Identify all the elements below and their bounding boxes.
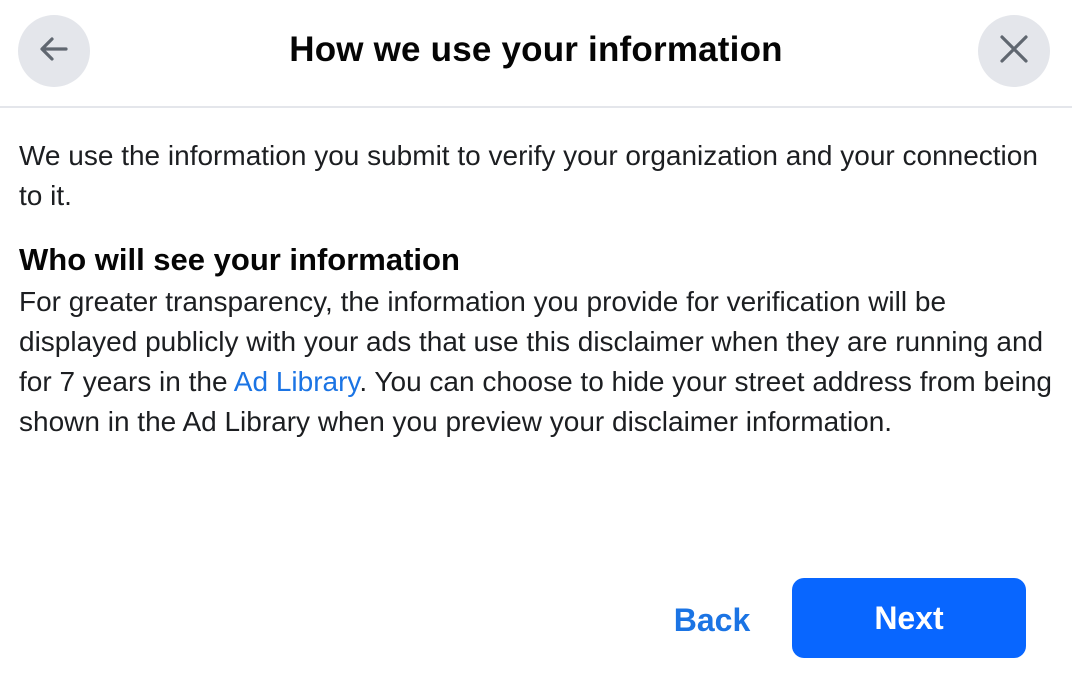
close-icon: [996, 31, 1032, 72]
close-button[interactable]: [978, 15, 1050, 87]
dialog-title: How we use your information: [289, 30, 783, 69]
next-button[interactable]: Next: [792, 578, 1026, 658]
dialog-header: How we use your information: [0, 0, 1072, 108]
section-heading: Who will see your information: [19, 242, 460, 277]
dialog-content: We use the information you submit to ver…: [19, 136, 1059, 442]
intro-text: We use the information you submit to ver…: [19, 140, 1038, 211]
back-button[interactable]: Back: [660, 592, 764, 648]
section-body: For greater transparency, the informatio…: [19, 282, 1059, 442]
ad-library-link[interactable]: Ad Library: [234, 366, 360, 397]
